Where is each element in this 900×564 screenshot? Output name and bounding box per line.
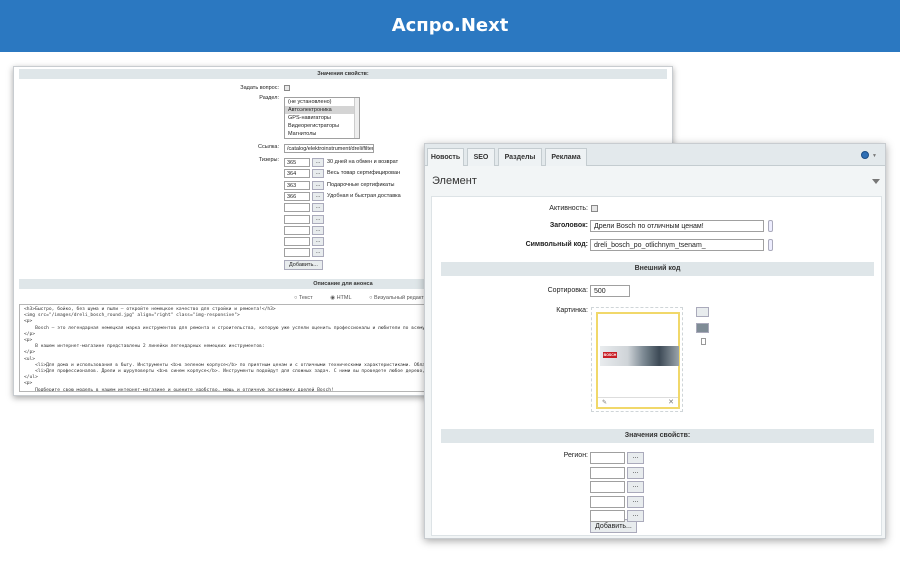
activity-checkbox[interactable] xyxy=(591,205,598,212)
listbox-scrollbar[interactable] xyxy=(354,98,359,138)
region-input[interactable] xyxy=(590,466,625,479)
teaser-id-input[interactable]: 365 xyxy=(284,158,310,167)
section-header-properties: Значения свойств: xyxy=(19,69,667,79)
image-thumbnail: BOSCH xyxy=(600,346,679,366)
menu-icon[interactable] xyxy=(696,307,709,317)
section-option-selected[interactable]: Автоэлектроника xyxy=(285,106,359,114)
region-input[interactable] xyxy=(590,510,625,522)
image-toolbar: ✎ ✕ xyxy=(598,397,678,407)
section-label: Раздел: xyxy=(259,95,279,101)
code-input[interactable]: dreli_bosch_po_otlichnym_tsenam_ xyxy=(590,239,764,251)
teaser-browse-button[interactable]: ... xyxy=(312,248,324,258)
teaser-name-text: Подарочные сертификаты xyxy=(327,181,395,188)
teaser-id-input[interactable]: 363 xyxy=(284,180,310,190)
region-browse-button[interactable]: ... xyxy=(627,481,644,493)
sort-input[interactable]: 500 xyxy=(590,285,630,297)
activity-label: Активность: xyxy=(549,205,588,212)
document-icon[interactable] xyxy=(701,338,706,345)
teaser-browse-button[interactable]: ... xyxy=(312,225,324,235)
front-window-element: Новость SEO Разделы Реклама ▼ Элемент Ак… xyxy=(424,143,886,539)
teaser-browse-button[interactable]: ... xyxy=(312,180,324,190)
region-browse-button[interactable]: ... xyxy=(627,466,644,479)
teaser-browse-button[interactable]: ... xyxy=(312,214,324,224)
section-option[interactable]: Видеорегистраторы xyxy=(285,122,359,130)
title-label: Заголовок: xyxy=(549,222,588,229)
close-icon[interactable]: ✕ xyxy=(668,398,674,406)
tab-seo[interactable]: SEO xyxy=(467,148,495,166)
teasers-label: Тизеры: xyxy=(258,157,279,163)
tab-news[interactable]: Новость xyxy=(427,148,464,166)
region-input[interactable] xyxy=(590,481,625,493)
chevron-down-icon[interactable]: ▼ xyxy=(872,153,877,159)
image-label: Картинка: xyxy=(556,307,588,314)
teaser-name-text: Удобная и быстрая доставка xyxy=(327,192,401,199)
teaser-browse-button[interactable]: ... xyxy=(312,169,324,179)
teaser-name-text: 30 дней на обмен и возврат xyxy=(327,159,399,165)
region-label: Регион: xyxy=(563,452,588,459)
section-listbox[interactable]: (не установлено) Автоэлектроника GPS-нав… xyxy=(284,97,360,139)
region-browse-button[interactable]: ... xyxy=(627,495,644,508)
teaser-browse-button[interactable]: ... xyxy=(312,203,324,213)
teaser-id-input[interactable] xyxy=(284,225,310,235)
bosch-logo: BOSCH xyxy=(603,352,617,358)
element-title: Элемент xyxy=(432,175,477,187)
teaser-id-input[interactable] xyxy=(284,237,310,247)
section-header-properties: Значения свойств: xyxy=(441,429,874,443)
tab-ads[interactable]: Реклама xyxy=(545,148,587,166)
code-label: Символьный код: xyxy=(525,241,588,248)
ask-question-checkbox[interactable] xyxy=(284,85,290,91)
mode-text-radio[interactable]: ○ Текст xyxy=(294,295,321,301)
image-preview: BOSCH ✎ ✕ xyxy=(596,312,680,409)
code-spin-icon[interactable] xyxy=(768,239,773,251)
section-option[interactable]: GPS-навигаторы xyxy=(285,114,359,122)
teaser-id-input[interactable]: 364 xyxy=(284,169,310,179)
section-option[interactable]: Магнитолы xyxy=(285,130,359,138)
ask-question-label: Задать вопрос: xyxy=(240,85,279,91)
section-option[interactable]: (не установлено) xyxy=(285,98,359,106)
teaser-browse-button[interactable]: ... xyxy=(312,237,324,247)
teaser-id-input[interactable] xyxy=(284,248,310,258)
gear-icon[interactable] xyxy=(861,151,869,159)
collapse-caret-icon[interactable] xyxy=(872,179,880,184)
sort-label: Сортировка: xyxy=(547,287,588,294)
teaser-id-input[interactable] xyxy=(284,203,310,213)
pencil-icon[interactable]: ✎ xyxy=(602,399,607,406)
title-input[interactable]: Дрели Bosch по отличным ценам! xyxy=(590,220,764,232)
teasers-add-button[interactable]: Добавить... xyxy=(284,260,323,270)
title-spin-icon[interactable] xyxy=(768,220,773,232)
link-label: Ссылка: xyxy=(258,144,279,150)
region-browse-button[interactable]: ... xyxy=(627,510,644,522)
teaser-browse-button[interactable]: ... xyxy=(312,191,324,201)
region-input[interactable] xyxy=(590,452,625,464)
image-icon[interactable] xyxy=(696,323,709,333)
element-panel: Активность: Заголовок: Дрели Bosch по от… xyxy=(431,196,882,536)
region-input[interactable] xyxy=(590,495,625,508)
teaser-name-text: Весь товар сертифицирован xyxy=(327,170,401,177)
mode-html-radio[interactable]: ◉ HTML xyxy=(330,295,359,301)
image-dropzone[interactable]: BOSCH ✎ ✕ xyxy=(591,307,683,412)
tab-bar: Новость SEO Разделы Реклама ▼ xyxy=(425,144,885,166)
link-input[interactable]: /catalog/elektroinstrument/dreli/filter/… xyxy=(284,144,374,153)
tab-sections[interactable]: Разделы xyxy=(498,148,542,166)
teaser-id-input[interactable]: 366 xyxy=(284,191,310,201)
teaser-browse-button[interactable]: ... xyxy=(312,158,324,167)
section-header-external-code: Внешний код xyxy=(441,262,874,276)
banner-title: Аспро.Next xyxy=(0,0,900,52)
region-browse-button[interactable]: ... xyxy=(627,452,644,464)
teaser-id-input[interactable] xyxy=(284,214,310,224)
